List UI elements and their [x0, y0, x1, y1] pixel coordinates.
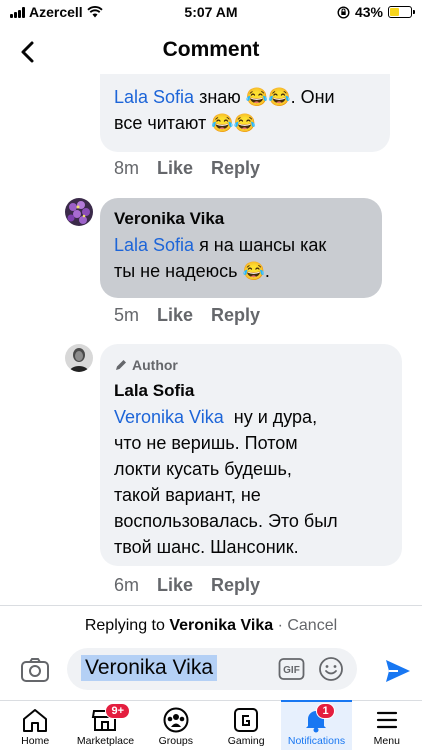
tab-home[interactable]: Home [0, 701, 70, 750]
tab-label: Gaming [227, 735, 265, 747]
replying-to-bar: Replying to Veronika Vika · Cancel [0, 617, 422, 635]
comment-author[interactable]: Veronika Vika [114, 206, 368, 232]
mention-link[interactable]: Veronika Vika [114, 407, 224, 427]
comment-actions-1: 8m Like Reply [114, 158, 260, 179]
comment-text-line: Lala Sofia знаю 😂😂. Они [114, 84, 376, 110]
menu-icon [376, 711, 397, 729]
comment-bubble-1[interactable]: Lala Sofia знаю 😂😂. Они все читают 😂😂 [100, 74, 390, 152]
marketplace-icon-wrap: 9+ [91, 703, 131, 733]
pencil-icon [116, 360, 126, 370]
comment-author[interactable]: Lala Sofia [114, 378, 388, 404]
reply-button[interactable]: Reply [211, 305, 260, 326]
comment-bubble-3[interactable]: Author Lala Sofia Veronika Vika ну и дур… [100, 344, 402, 566]
status-bar: Azercell 5:07 AM 43% [0, 0, 422, 26]
comment-composer: Veronika Vika GIF [0, 645, 422, 695]
flowers-avatar-image [65, 198, 93, 226]
tab-marketplace[interactable]: 9+ Marketplace [70, 701, 140, 750]
comment-actions-2: 5m Like Reply [114, 305, 260, 326]
replying-separator: · [273, 617, 288, 634]
comment-text: знаю 😂😂. Они [194, 87, 335, 107]
send-icon[interactable] [384, 658, 412, 684]
cancel-reply-button[interactable]: Cancel [287, 617, 337, 634]
gif-icon[interactable]: GIF [278, 657, 305, 681]
like-button[interactable]: Like [157, 305, 193, 326]
gaming-icon [234, 708, 259, 732]
comment-text-line: Veronika Vika ну и дура, [114, 404, 388, 430]
like-button[interactable]: Like [157, 158, 193, 179]
camera-icon[interactable] [20, 657, 50, 683]
comment-text: все читают 😂😂 [114, 113, 257, 133]
comment-text: твой шанс. Шансоник. [114, 537, 299, 557]
notifications-icon-wrap: 1 [302, 703, 335, 733]
comment-text-line: Lala Sofia я на шансы как [114, 232, 368, 258]
emoji-icon[interactable] [318, 656, 344, 682]
avatar-lala[interactable] [65, 344, 93, 372]
portrait-avatar-image [65, 344, 93, 372]
divider [0, 605, 422, 606]
home-icon [23, 709, 48, 732]
author-badge: Author [114, 352, 388, 378]
tab-menu[interactable]: Menu [352, 701, 422, 750]
comment-actions-3: 6m Like Reply [114, 575, 260, 596]
comment-time: 6m [114, 575, 140, 595]
tab-gaming[interactable]: Gaming [211, 701, 281, 750]
header: Comment [0, 30, 422, 74]
mention-link[interactable]: Lala Sofia [114, 235, 194, 255]
tab-label: Home [21, 735, 50, 747]
notifications-badge: 1 [316, 703, 335, 719]
comment-text: ну и дура, [223, 407, 318, 427]
comment-input[interactable]: Veronika Vika GIF [67, 648, 357, 690]
battery-level [390, 8, 399, 16]
comment-bubble-2[interactable]: Veronika Vika Lala Sofia я на шансы как … [100, 198, 382, 298]
orientation-lock-icon [337, 5, 350, 19]
like-button[interactable]: Like [157, 575, 193, 596]
tab-label: Marketplace [76, 735, 135, 747]
author-badge-label: Author [132, 357, 178, 373]
comment-text: такой вариант, не [114, 485, 261, 505]
comment-text: ты не надеюсь 😂. [114, 261, 270, 281]
replying-prefix: Replying to [84, 617, 170, 634]
comment-text: локти кусать будешь, [114, 459, 292, 479]
bottom-tab-bar: Home 9+ Marketplace Groups Gaming 1 Noti… [0, 700, 422, 750]
page-title: Comment [162, 38, 260, 61]
tab-notifications[interactable]: 1 Notifications [281, 700, 352, 750]
svg-text:GIF: GIF [283, 665, 300, 676]
tab-label: Notifications [287, 735, 346, 747]
comment-time: 5m [114, 305, 140, 325]
groups-icon [163, 707, 189, 733]
comment-text: что не веришь. Потом [114, 433, 298, 453]
marketplace-badge: 9+ [105, 703, 131, 719]
reply-button[interactable]: Reply [211, 158, 260, 179]
avatar-veronika[interactable] [65, 198, 93, 226]
comment-text: воспользовалась. Это был [114, 511, 338, 531]
battery-group: 43% [337, 4, 415, 20]
replying-target: Veronika Vika [169, 617, 274, 634]
tab-label: Groups [158, 735, 194, 747]
tab-label: Menu [373, 735, 400, 747]
battery-percent: 43% [354, 4, 383, 20]
reply-button[interactable]: Reply [211, 575, 260, 596]
comment-text: я на шансы как [194, 235, 327, 255]
tab-groups[interactable]: Groups [141, 701, 211, 750]
comment-input-value[interactable]: Veronika Vika [81, 655, 218, 681]
mention-link[interactable]: Lala Sofia [114, 87, 194, 107]
comment-time: 8m [114, 158, 140, 178]
battery-icon [388, 6, 415, 18]
